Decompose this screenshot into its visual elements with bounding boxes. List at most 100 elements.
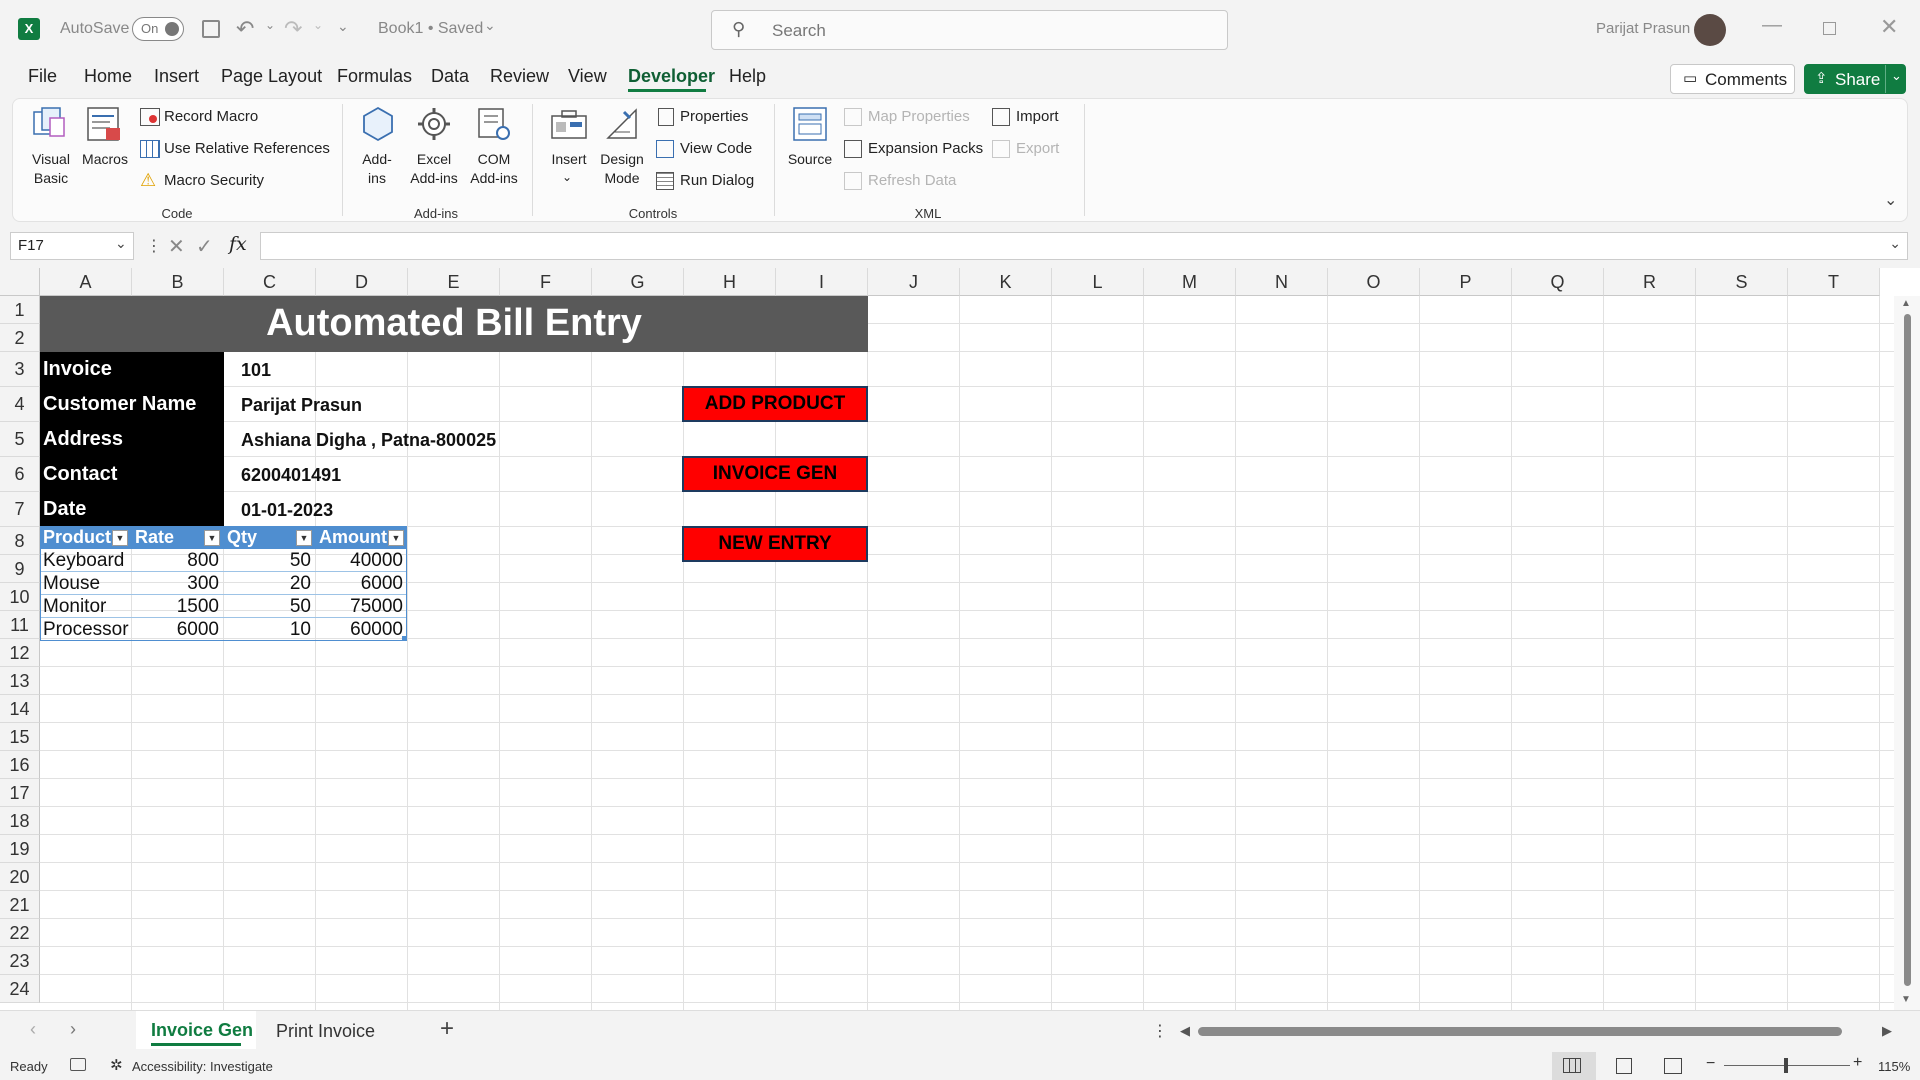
redo-dropdown-icon[interactable]: ⌄ [313, 18, 323, 32]
close-icon[interactable]: ✕ [1880, 14, 1898, 40]
sheet-tab-invoice-gen[interactable]: Invoice Gen [136, 1011, 256, 1049]
view-code-button[interactable]: View Code [680, 140, 752, 157]
row-header[interactable]: 11 [0, 611, 40, 639]
tab-file[interactable]: File [28, 66, 57, 87]
properties-button[interactable]: Properties [680, 108, 748, 125]
row-header[interactable]: 5 [0, 422, 40, 457]
row-header[interactable]: 3 [0, 352, 40, 387]
field-value[interactable]: 01-01-2023 [241, 500, 333, 521]
scroll-down-icon[interactable]: ▼ [1901, 994, 1911, 1005]
zoom-slider-thumb[interactable] [1784, 1058, 1788, 1073]
map-properties-button[interactable]: Map Properties [868, 108, 970, 125]
tab-data[interactable]: Data [431, 66, 469, 87]
tab-home[interactable]: Home [84, 66, 132, 87]
row-header[interactable]: 17 [0, 779, 40, 807]
expand-formula-icon[interactable]: ⌄ [1889, 235, 1901, 252]
save-icon[interactable] [202, 20, 220, 38]
column-header[interactable]: F [500, 268, 592, 296]
row-header[interactable]: 24 [0, 975, 40, 1003]
import-button[interactable]: Import [1016, 108, 1059, 125]
scroll-left-icon[interactable]: ◀ [1180, 1023, 1190, 1039]
column-header[interactable]: J [868, 268, 960, 296]
select-all-corner[interactable] [0, 268, 40, 296]
name-box[interactable]: F17 ⌄ [10, 232, 134, 260]
row-header[interactable]: 7 [0, 492, 40, 527]
tab-page-layout[interactable]: Page Layout [221, 66, 322, 87]
sheet-tab-print-invoice[interactable]: Print Invoice [262, 1011, 390, 1049]
column-header[interactable]: P [1420, 268, 1512, 296]
row-header[interactable]: 6 [0, 457, 40, 492]
use-relative-references-button[interactable]: Use Relative References [164, 140, 330, 157]
row-header[interactable]: 2 [0, 324, 40, 352]
title-dropdown-icon[interactable]: ⌄ [484, 17, 496, 34]
visual-basic-button[interactable] [30, 104, 68, 144]
add-product-button[interactable]: ADD PRODUCT [682, 386, 868, 422]
column-header[interactable]: T [1788, 268, 1880, 296]
prev-sheet-icon[interactable]: ‹ [30, 1019, 36, 1040]
tab-help[interactable]: Help [729, 66, 766, 87]
column-header[interactable]: E [408, 268, 500, 296]
name-box-dropdown-icon[interactable]: ⌄ [115, 235, 127, 252]
invoice-gen-button[interactable]: INVOICE GEN [682, 456, 868, 492]
tab-review[interactable]: Review [490, 66, 549, 87]
column-header[interactable]: A [40, 268, 132, 296]
tab-insert[interactable]: Insert [154, 66, 199, 87]
insert-dropdown-icon[interactable]: ⌄ [562, 170, 572, 184]
zoom-out-icon[interactable]: − [1706, 1055, 1715, 1073]
column-header[interactable]: C [224, 268, 316, 296]
column-header[interactable]: G [592, 268, 684, 296]
column-header[interactable]: L [1052, 268, 1144, 296]
column-header[interactable]: M [1144, 268, 1236, 296]
row-header[interactable]: 14 [0, 695, 40, 723]
column-header[interactable]: B [132, 268, 224, 296]
zoom-level[interactable]: 115% [1878, 1059, 1910, 1074]
source-button[interactable] [792, 106, 828, 142]
design-mode-button[interactable] [604, 106, 640, 142]
macro-recording-icon[interactable] [70, 1058, 86, 1071]
row-header[interactable]: 23 [0, 947, 40, 975]
share-button[interactable]: ⇪ Share ⌄ [1804, 64, 1906, 94]
refresh-data-button[interactable]: Refresh Data [868, 172, 956, 189]
macros-button[interactable] [86, 104, 124, 144]
column-header[interactable]: R [1604, 268, 1696, 296]
excel-add-ins-button[interactable] [416, 106, 452, 142]
insert-controls-button[interactable] [550, 108, 588, 142]
collapse-ribbon-icon[interactable]: ⌄ [1884, 190, 1897, 210]
user-name[interactable]: Parijat Prasun [1596, 20, 1690, 37]
export-button[interactable]: Export [1016, 140, 1059, 157]
field-value[interactable]: 101 [241, 360, 271, 381]
column-header[interactable]: D [316, 268, 408, 296]
sheet-options-icon[interactable]: ⋮ [1152, 1021, 1168, 1041]
vertical-scrollbar[interactable]: ▲ ▼ [1894, 296, 1920, 1010]
tab-formulas[interactable]: Formulas [337, 66, 412, 87]
undo-dropdown-icon[interactable]: ⌄ [265, 18, 275, 32]
cancel-icon[interactable]: ✕ [168, 234, 185, 259]
more-options-icon[interactable]: ⋮ [146, 236, 162, 256]
avatar[interactable] [1694, 14, 1726, 46]
run-dialog-button[interactable]: Run Dialog [680, 172, 754, 189]
row-header[interactable]: 15 [0, 723, 40, 751]
scroll-up-icon[interactable]: ▲ [1901, 298, 1911, 309]
column-header[interactable]: Q [1512, 268, 1604, 296]
minimize-icon[interactable]: — [1762, 14, 1782, 37]
row-header[interactable]: 8 [0, 527, 40, 555]
column-header[interactable]: O [1328, 268, 1420, 296]
row-header[interactable]: 16 [0, 751, 40, 779]
redo-icon[interactable]: ↷ [284, 16, 302, 42]
horizontal-scroll-thumb[interactable] [1198, 1027, 1842, 1036]
zoom-in-icon[interactable]: + [1853, 1054, 1862, 1072]
row-header[interactable]: 10 [0, 583, 40, 611]
new-entry-button[interactable]: NEW ENTRY [682, 526, 868, 562]
document-title[interactable]: Book1 • Saved [378, 20, 483, 38]
column-header[interactable]: K [960, 268, 1052, 296]
column-header[interactable]: S [1696, 268, 1788, 296]
share-dropdown-icon[interactable]: ⌄ [1891, 68, 1902, 84]
row-header[interactable]: 12 [0, 639, 40, 667]
column-header[interactable]: N [1236, 268, 1328, 296]
column-header[interactable]: I [776, 268, 868, 296]
worksheet-grid[interactable]: ABCDEFGHIJKLMNOPQRST 1 2 3 4 5 6 7 8 9 10 11 12 13 14… [0, 268, 1920, 1010]
vertical-scroll-thumb[interactable] [1904, 314, 1911, 986]
insert-function-button[interactable]: fx [229, 233, 247, 255]
field-value[interactable]: Parijat Prasun [241, 395, 362, 416]
row-header[interactable]: 21 [0, 891, 40, 919]
